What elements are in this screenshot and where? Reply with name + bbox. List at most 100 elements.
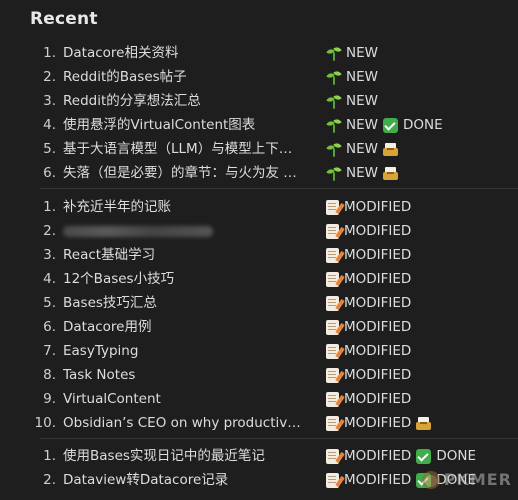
note-link[interactable]: 失落（但是必要）的章节：与火为友 … <box>63 161 303 185</box>
status-label: MODIFIED <box>344 271 412 287</box>
item-number: 1. <box>43 45 56 61</box>
list-item[interactable]: 2. Reddit的Bases帖子 NEW <box>0 65 518 89</box>
note-link[interactable]: Datacore相关资料 <box>63 41 303 65</box>
list-item[interactable]: 7. EasyTyping MODIFIED <box>0 339 518 363</box>
list-item[interactable]: 10. Obsidian’s CEO on why productivit… MOD… <box>0 411 518 435</box>
list-item[interactable]: 3. Reddit的分享想法汇总 NEW <box>0 89 518 113</box>
status-badges: MODIFIED <box>326 243 411 267</box>
item-number: 1. <box>43 448 56 464</box>
modified-notes-list: 1. 补充近半年的记账 MODIFIED 2. MODIFIED 3. React基础学习 M… <box>0 195 518 435</box>
status-badges: MODIFIED <box>326 363 411 387</box>
seedling-icon <box>326 45 342 61</box>
list-item[interactable]: 1. 使用Bases实现日记中的最近笔记 MODIFIED DONE <box>0 444 518 468</box>
status-label: MODIFIED <box>344 295 412 311</box>
item-number: 2. <box>43 223 56 239</box>
inbox-tray-icon <box>382 166 398 181</box>
list-item[interactable]: 3. React基础学习 MODIFIED <box>0 243 518 267</box>
list-item[interactable]: 4. 使用悬浮的VirtualContent图表 NEW DONE <box>0 113 518 137</box>
status-badges: NEW <box>326 65 378 89</box>
status-label: MODIFIED <box>344 319 412 335</box>
item-number: 5. <box>43 295 56 311</box>
status-label: NEW <box>346 141 378 157</box>
status-badges: MODIFIED <box>326 411 432 435</box>
memo-icon <box>326 415 345 431</box>
status-label: NEW <box>346 117 378 133</box>
memo-icon <box>326 319 345 335</box>
item-number: 6. <box>43 319 56 335</box>
list-item[interactable]: 8. Task Notes MODIFIED <box>0 363 518 387</box>
list-item[interactable]: 6. 失落（但是必要）的章节：与火为友 … NEW <box>0 161 518 185</box>
item-number: 4. <box>43 271 56 287</box>
status-label: MODIFIED <box>344 472 412 488</box>
item-number: 1. <box>43 199 56 215</box>
note-link[interactable]: Obsidian’s CEO on why productivit… <box>63 411 303 435</box>
note-link[interactable]: Datacore用例 <box>63 315 303 339</box>
memo-icon <box>326 295 345 311</box>
list-item[interactable]: 2. MODIFIED <box>0 219 518 243</box>
note-link[interactable]: Bases技巧汇总 <box>63 291 303 315</box>
memo-icon <box>326 343 345 359</box>
status-badges: NEW <box>326 161 398 185</box>
seedling-icon <box>326 69 342 85</box>
divider <box>40 188 518 189</box>
memo-icon <box>326 472 345 488</box>
status-badges: MODIFIED <box>326 387 411 411</box>
note-link[interactable]: EasyTyping <box>63 339 303 363</box>
memo-icon <box>326 448 345 464</box>
list-item[interactable]: 1. 补充近半年的记账 MODIFIED <box>0 195 518 219</box>
note-link[interactable]: Reddit的Bases帖子 <box>63 65 303 89</box>
memo-icon <box>326 199 345 215</box>
inbox-tray-icon <box>382 142 398 157</box>
item-number: 10. <box>34 415 56 431</box>
note-link[interactable]: 使用悬浮的VirtualContent图表 <box>63 113 303 137</box>
status-label: NEW <box>346 69 378 85</box>
status-label: DONE <box>436 448 476 464</box>
list-item[interactable]: 6. Datacore用例 MODIFIED <box>0 315 518 339</box>
list-item[interactable]: 5. Bases技巧汇总 MODIFIED <box>0 291 518 315</box>
note-link[interactable]: Reddit的分享想法汇总 <box>63 89 303 113</box>
seedling-icon <box>326 117 342 133</box>
item-number: 6. <box>43 165 56 181</box>
status-label: MODIFIED <box>344 415 412 431</box>
status-badges: NEW <box>326 41 378 65</box>
status-badges: MODIFIED <box>326 219 411 243</box>
note-link[interactable]: 基于大语言模型（LLM）与模型上下… <box>63 137 303 161</box>
status-badges: MODIFIED <box>326 339 411 363</box>
note-link[interactable]: Task Notes <box>63 363 303 387</box>
note-link[interactable]: Dataview转Datacore记录 <box>63 468 303 492</box>
list-item[interactable]: 4. 12个Bases小技巧 MODIFIED <box>0 267 518 291</box>
item-number: 3. <box>43 93 56 109</box>
item-number: 3. <box>43 247 56 263</box>
item-number: 5. <box>43 141 56 157</box>
status-label: MODIFIED <box>344 247 412 263</box>
note-link[interactable]: VirtualContent <box>63 387 303 411</box>
status-label: NEW <box>346 45 378 61</box>
list-item[interactable]: 1. Datacore相关资料 NEW <box>0 41 518 65</box>
status-badges: MODIFIED <box>326 315 411 339</box>
note-link[interactable]: 补充近半年的记账 <box>63 195 303 219</box>
new-notes-list: 1. Datacore相关资料 NEW 2. Reddit的Bases帖子 NEW 3. Re… <box>0 41 518 185</box>
seedling-icon <box>326 93 342 109</box>
item-number: 9. <box>43 391 56 407</box>
memo-icon <box>326 223 345 239</box>
section-heading: Recent <box>30 9 98 29</box>
memo-icon <box>326 367 345 383</box>
watermark: PKMER <box>421 470 512 489</box>
check-icon <box>382 117 398 133</box>
list-item[interactable]: 9. VirtualContent MODIFIED <box>0 387 518 411</box>
status-label: MODIFIED <box>344 448 412 464</box>
note-link[interactable]: 使用Bases实现日记中的最近笔记 <box>63 444 303 468</box>
seedling-icon <box>326 141 342 157</box>
status-label: DONE <box>402 117 443 133</box>
note-link[interactable]: 12个Bases小技巧 <box>63 267 303 291</box>
note-link[interactable]: React基础学习 <box>63 243 303 267</box>
status-label: NEW <box>346 165 378 181</box>
item-number: 2. <box>43 472 56 488</box>
memo-icon <box>326 271 345 287</box>
status-badges: NEW <box>326 89 378 113</box>
item-number: 7. <box>43 343 56 359</box>
watermark-text: PKMER <box>443 470 512 489</box>
list-item[interactable]: 5. 基于大语言模型（LLM）与模型上下… NEW <box>0 137 518 161</box>
status-label: MODIFIED <box>344 223 412 239</box>
inbox-tray-icon <box>416 416 432 431</box>
